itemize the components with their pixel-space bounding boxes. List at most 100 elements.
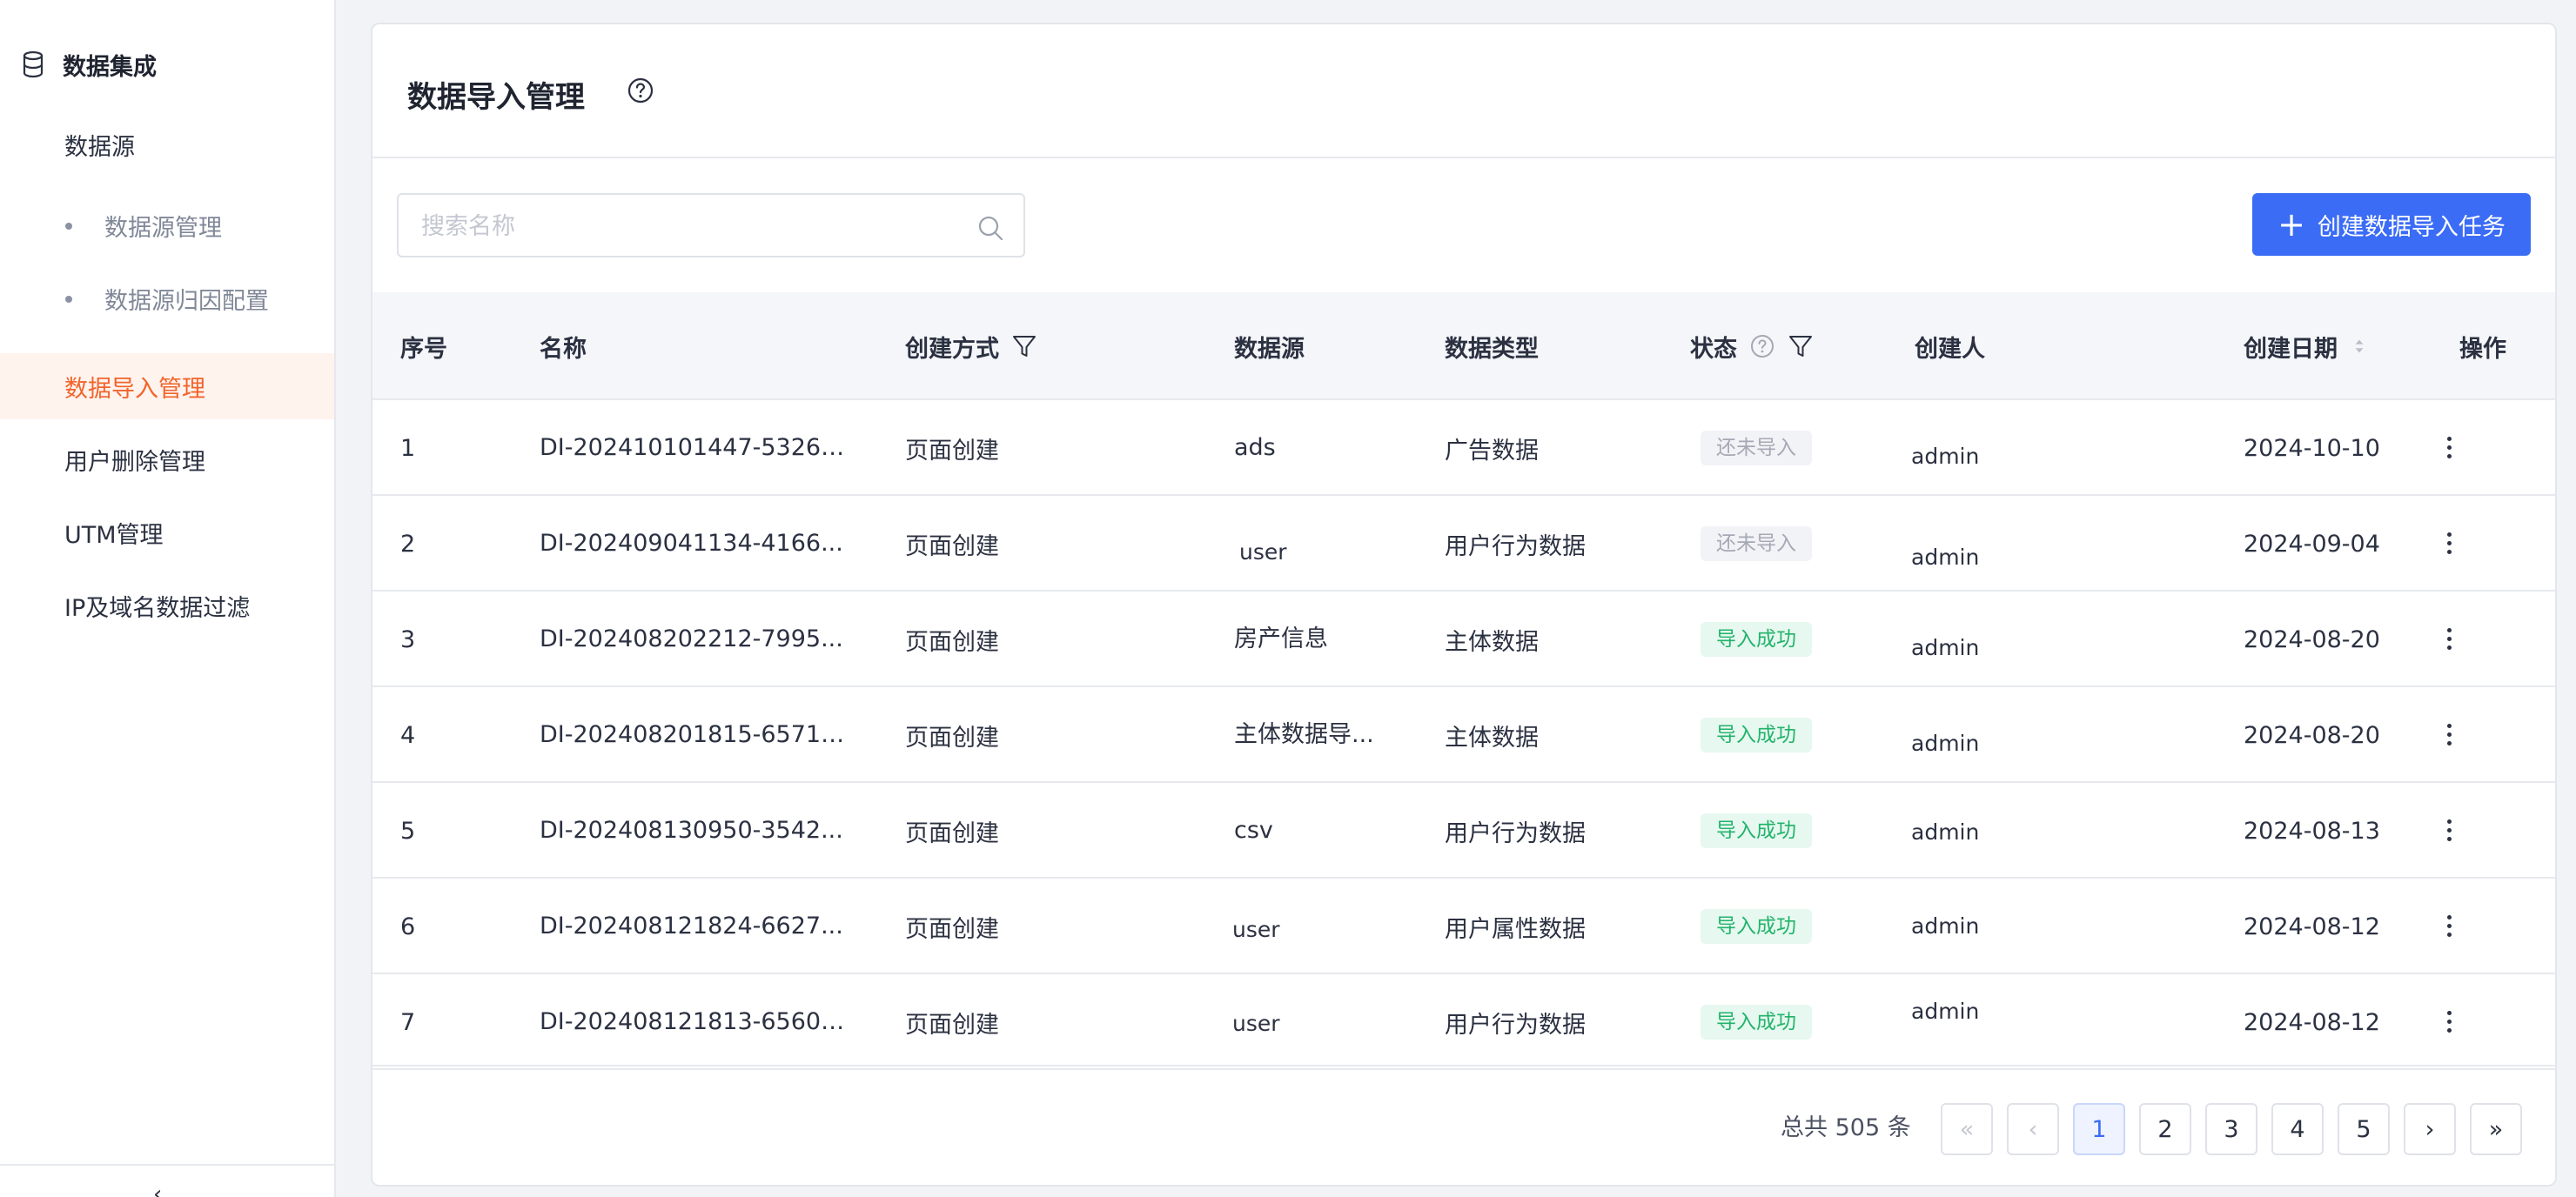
status-badge: 导入成功 — [1701, 718, 1812, 752]
bullet-icon — [65, 223, 72, 230]
status-badge: 还未导入 — [1701, 526, 1812, 561]
column-header-name: 名称 — [540, 292, 587, 400]
cell-source: user — [1239, 539, 1287, 565]
column-header-label: 创建人 — [1915, 335, 1985, 363]
sidebar-item-data-import[interactable]: 数据导入管理 — [0, 353, 334, 419]
cell-method: 页面创建 — [905, 915, 999, 943]
sidebar-item-user-deletion[interactable]: 用户删除管理 — [0, 426, 334, 492]
pagination-prev-button[interactable]: ‹ — [2007, 1103, 2059, 1155]
pagination-page-2[interactable]: 2 — [2139, 1103, 2191, 1155]
column-header-source: 数据源 — [1234, 292, 1305, 400]
pagination-page-3[interactable]: 3 — [2205, 1103, 2257, 1155]
sidebar-collapse-button[interactable]: ‹ — [0, 1164, 334, 1197]
chevron-right-icon: › — [2425, 1115, 2435, 1143]
sidebar-item-utm[interactable]: UTM管理 — [0, 499, 334, 565]
more-vertical-icon[interactable] — [2442, 1006, 2456, 1038]
column-header-method: 创建方式 — [905, 292, 1037, 400]
cell-index: 4 — [400, 721, 416, 749]
cell-method: 页面创建 — [905, 628, 999, 656]
cell-type: 用户行为数据 — [1445, 532, 1586, 560]
table-header: 序号 名称 创建方式 数据源 数据类型 状态 创建人 创建日期 操作 — [372, 292, 2555, 400]
table-row[interactable]: 7 DI-202408121813-65601... 页面创建 user 用户行… — [372, 974, 2555, 1070]
cell-source: csv — [1234, 817, 1273, 844]
pagination-page-1[interactable]: 1 — [2073, 1103, 2125, 1155]
cell-name[interactable]: DI-202408130950-3542... — [540, 783, 853, 879]
column-header-date[interactable]: 创建日期 — [2244, 292, 2369, 400]
status-badge: 导入成功 — [1701, 1005, 1812, 1040]
search-icon[interactable] — [976, 214, 1004, 242]
table-row[interactable]: 5 DI-202408130950-3542... 页面创建 csv 用户行为数… — [372, 783, 2555, 879]
sidebar-item-label: IP及域名数据过滤 — [64, 594, 251, 622]
cell-source: 主体数据导... — [1234, 721, 1374, 748]
cell-source: 房产信息 — [1234, 625, 1328, 652]
cell-name[interactable]: DI-202408121813-65601... — [540, 974, 853, 1070]
cell-name[interactable]: DI-202410101447-53265... — [540, 400, 853, 496]
column-header-label: 名称 — [540, 335, 587, 363]
cell-name[interactable]: DI-202409041134-4166... — [540, 496, 853, 592]
cell-method: 页面创建 — [905, 437, 999, 465]
cell-name[interactable]: DI-202408201815-65715... — [540, 687, 853, 783]
column-header-label: 创建日期 — [2244, 335, 2338, 363]
sidebar-item-data-source[interactable]: 数据源 — [0, 111, 334, 177]
cell-date: 2024-10-10 — [2244, 434, 2380, 462]
create-import-task-button[interactable]: + 创建数据导入任务 — [2252, 193, 2531, 256]
cell-type: 用户行为数据 — [1445, 819, 1586, 847]
sort-icon[interactable] — [2350, 333, 2369, 359]
more-vertical-icon[interactable] — [2442, 719, 2456, 751]
table-row[interactable]: 1 DI-202410101447-53265... 页面创建 ads 广告数据… — [372, 400, 2555, 496]
status-badge: 导入成功 — [1701, 622, 1812, 657]
cell-type: 主体数据 — [1445, 628, 1539, 656]
table-row[interactable]: 2 DI-202409041134-4166... 页面创建 user 用户行为… — [372, 496, 2555, 592]
create-button-label: 创建数据导入任务 — [2317, 213, 2506, 241]
cell-name[interactable]: DI-202408202212-7995... — [540, 592, 853, 687]
more-vertical-icon[interactable] — [2442, 815, 2456, 846]
question-circle-icon[interactable] — [1749, 333, 1775, 359]
sidebar-item-data-source-management[interactable]: 数据源管理 — [0, 192, 334, 258]
pagination-next-button[interactable]: › — [2404, 1103, 2456, 1155]
filter-icon[interactable] — [1011, 333, 1037, 359]
cell-index: 5 — [400, 817, 416, 845]
table-row[interactable]: 4 DI-202408201815-65715... 页面创建 主体数据导...… — [372, 687, 2555, 783]
pagination-page-5[interactable]: 5 — [2338, 1103, 2390, 1155]
sidebar-item-label: 用户删除管理 — [64, 448, 205, 476]
pagination-first-button[interactable]: « — [1941, 1103, 1993, 1155]
column-header-status: 状态 — [1690, 292, 1814, 400]
sidebar-item-label: 数据导入管理 — [64, 375, 205, 403]
chevron-left-icon: ‹ — [153, 1181, 163, 1197]
cell-date: 2024-08-12 — [2244, 913, 2380, 940]
more-vertical-icon[interactable] — [2442, 432, 2456, 464]
cell-method: 页面创建 — [905, 532, 999, 560]
cell-name[interactable]: DI-202408121824-6627... — [540, 879, 853, 974]
search-box — [397, 193, 1025, 257]
table-bottom-divider — [372, 1065, 2555, 1067]
column-header-label: 序号 — [400, 335, 447, 363]
cell-date: 2024-08-12 — [2244, 1008, 2380, 1036]
chevron-left-icon: ‹ — [2028, 1115, 2038, 1143]
more-vertical-icon[interactable] — [2442, 911, 2456, 942]
sidebar-item-attribution-config[interactable]: 数据源归因配置 — [0, 265, 334, 331]
cell-creator: admin — [1911, 999, 1980, 1024]
pagination-last-button[interactable]: » — [2470, 1103, 2522, 1155]
more-vertical-icon[interactable] — [2442, 528, 2456, 559]
table-row[interactable]: 6 DI-202408121824-6627... 页面创建 user 用户属性… — [372, 879, 2555, 974]
column-header-actions: 操作 — [2459, 292, 2506, 400]
cell-date: 2024-08-13 — [2244, 817, 2380, 845]
column-header-label: 操作 — [2459, 335, 2506, 363]
filter-icon[interactable] — [1788, 333, 1814, 359]
plus-icon: + — [2277, 205, 2305, 244]
status-badge: 还未导入 — [1701, 431, 1812, 465]
search-input[interactable] — [421, 207, 943, 245]
status-badge: 导入成功 — [1701, 909, 1812, 944]
pagination-page-4[interactable]: 4 — [2271, 1103, 2324, 1155]
more-vertical-icon[interactable] — [2442, 624, 2456, 655]
question-circle-icon[interactable] — [627, 77, 654, 104]
sidebar-group-data-integration[interactable]: 数据集成 — [21, 45, 157, 84]
cell-creator: admin — [1911, 444, 1980, 469]
database-icon — [23, 50, 44, 78]
table-row[interactable]: 3 DI-202408202212-7995... 页面创建 房产信息 主体数据… — [372, 592, 2555, 687]
sidebar-group-label: 数据集成 — [63, 53, 157, 81]
cell-method: 页面创建 — [905, 724, 999, 752]
cell-creator: admin — [1911, 635, 1980, 660]
cell-date: 2024-08-20 — [2244, 721, 2380, 749]
sidebar-item-ip-domain-filter[interactable]: IP及域名数据过滤 — [0, 572, 334, 639]
